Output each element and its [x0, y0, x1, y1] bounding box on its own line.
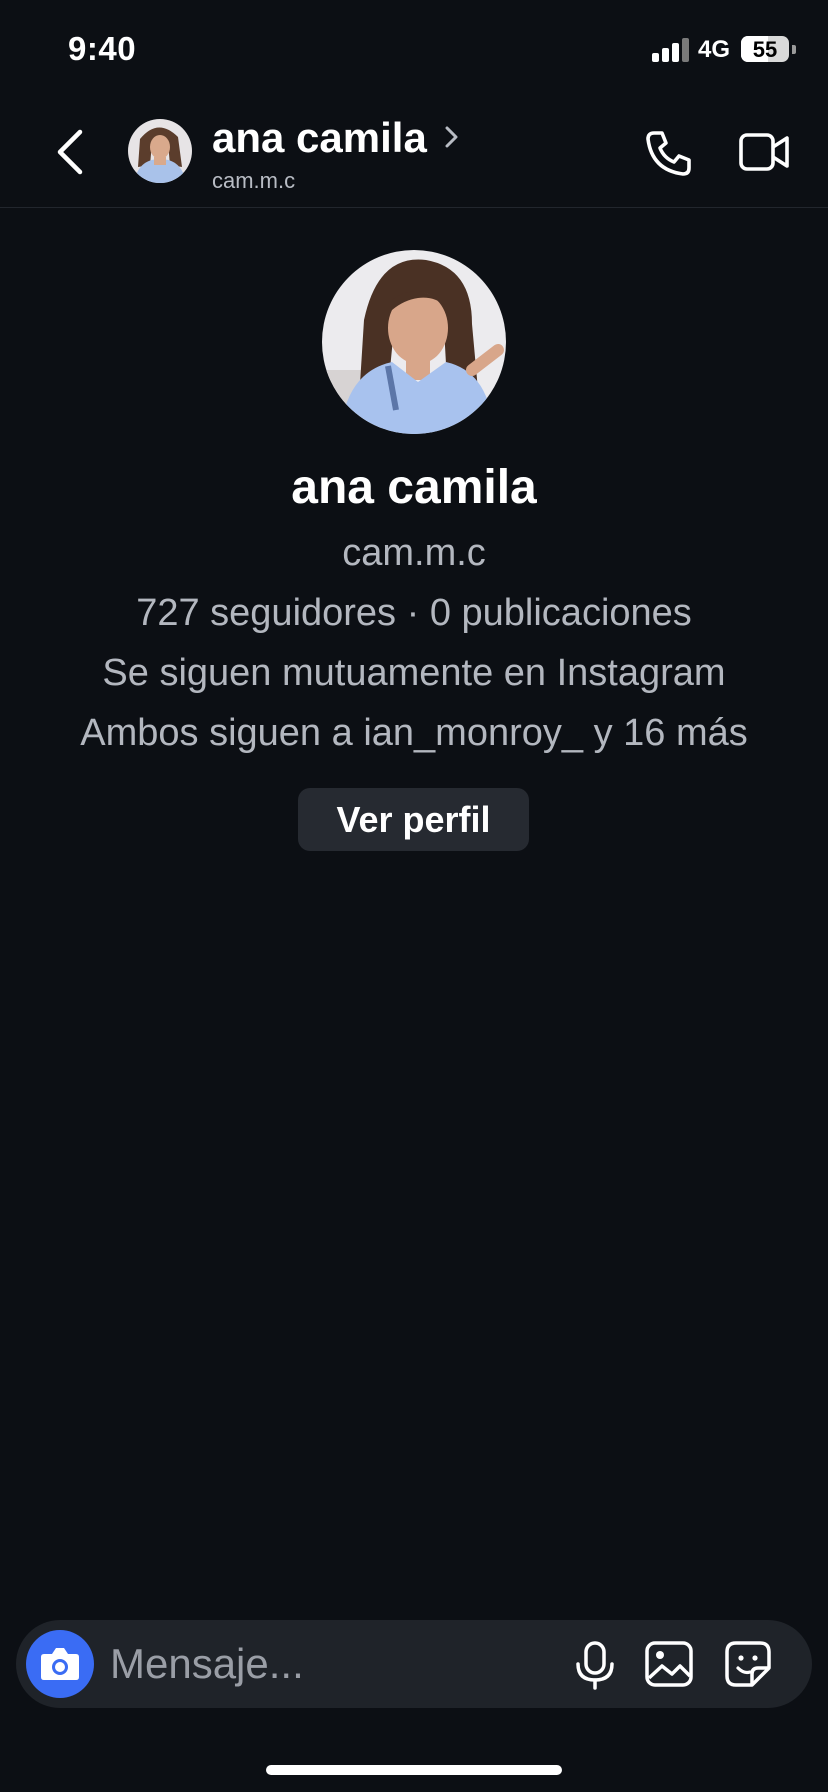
thread-header: ana camila cam.m.c: [0, 100, 828, 208]
video-camera-icon: [739, 133, 789, 171]
camera-button[interactable]: [26, 1630, 94, 1698]
header-username: cam.m.c: [212, 168, 296, 193]
header-avatar[interactable]: [128, 119, 192, 183]
camera-icon: [41, 1648, 79, 1680]
gallery-button[interactable]: [644, 1640, 694, 1688]
status-bar: 9:40 4G 55: [0, 0, 828, 100]
common-follows-text: Ambos siguen a ian_monroy_ y 16 más: [80, 712, 748, 754]
gallery-icon: [645, 1641, 693, 1687]
sticker-button[interactable]: [724, 1640, 772, 1688]
sticker-icon: [725, 1641, 771, 1687]
profile-avatar[interactable]: [322, 250, 506, 434]
dm-thread-screen: 9:40 4G 55 ana camila cam.m.c ana camila…: [0, 0, 828, 1792]
audio-call-button[interactable]: [644, 128, 694, 178]
message-input[interactable]: [110, 1634, 490, 1694]
header-display-name[interactable]: ana camila: [212, 114, 427, 162]
back-arrow-icon: [57, 129, 83, 175]
profile-stats: 727 seguidores · 0 publicaciones: [136, 592, 692, 634]
network-type: 4G: [698, 36, 731, 63]
profile-username: cam.m.c: [342, 532, 486, 574]
microphone-icon: [576, 1641, 614, 1690]
phone-icon: [646, 131, 691, 176]
chevron-right-icon[interactable]: [440, 122, 464, 152]
video-call-button[interactable]: [738, 130, 790, 174]
status-time: 9:40: [68, 30, 137, 67]
battery-level: 55: [752, 37, 778, 62]
view-profile-button[interactable]: Ver perfil: [298, 788, 529, 851]
battery-tip: [792, 45, 796, 54]
mutual-follow-text: Se siguen mutuamente en Instagram: [102, 652, 726, 694]
battery-icon: 55: [741, 36, 789, 62]
back-button[interactable]: [50, 126, 94, 178]
message-composer: [16, 1620, 812, 1708]
signal-icon: [652, 38, 690, 62]
profile-display-name: ana camila: [291, 461, 537, 514]
microphone-button[interactable]: [572, 1640, 618, 1690]
home-indicator[interactable]: [266, 1765, 562, 1775]
